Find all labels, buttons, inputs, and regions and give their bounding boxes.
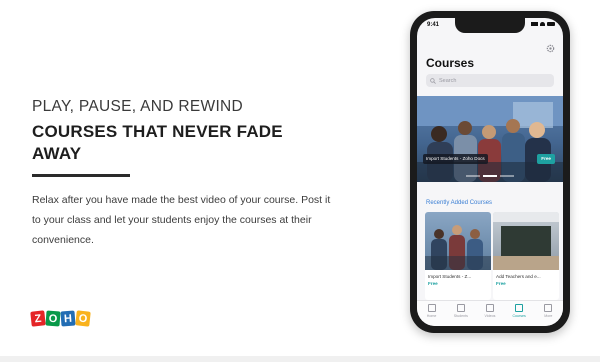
videos-icon bbox=[485, 304, 494, 312]
carousel-dot[interactable] bbox=[466, 175, 480, 177]
featured-course-banner[interactable]: Import Students - Zoho Docs Free bbox=[417, 96, 563, 182]
course-card[interactable]: Import Students - Z... Free bbox=[425, 212, 491, 300]
headline-divider bbox=[32, 174, 130, 177]
course-title: Add Teachers and e... bbox=[496, 274, 541, 279]
course-price-tag: Free bbox=[428, 281, 438, 286]
phone-notch bbox=[455, 18, 525, 33]
headline-tagline: PLAY, PAUSE, AND REWIND bbox=[32, 98, 244, 115]
course-thumbnail bbox=[493, 212, 559, 270]
description-text: Relax after you have made the best video… bbox=[32, 194, 331, 246]
logo-letter-h: H bbox=[60, 310, 76, 327]
tab-label: Students bbox=[453, 314, 468, 318]
bottom-tab-bar: Home Students Videos Courses More bbox=[417, 300, 563, 326]
zoho-logo: Z O H O bbox=[30, 310, 91, 327]
featured-course-caption: Import Students - Zoho Docs bbox=[423, 154, 488, 164]
carousel-indicator[interactable] bbox=[417, 175, 563, 177]
app-title: Courses bbox=[426, 56, 475, 70]
logo-letter-o: O bbox=[45, 310, 61, 327]
students-icon bbox=[456, 304, 465, 312]
tab-home[interactable]: Home bbox=[420, 304, 444, 318]
home-icon bbox=[427, 304, 436, 312]
course-thumbnail bbox=[425, 212, 491, 270]
phone-mockup: 9:41 Courses Search Import Students - Zo… bbox=[410, 11, 570, 333]
recently-added-heading[interactable]: Recently Added Courses bbox=[426, 200, 492, 206]
logo-letter-z: Z bbox=[30, 310, 46, 327]
students-photo bbox=[425, 225, 491, 270]
search-icon bbox=[430, 77, 436, 84]
settings-gear-icon[interactable] bbox=[546, 44, 555, 53]
wifi-icon bbox=[540, 22, 545, 26]
carousel-dot-active[interactable] bbox=[483, 175, 497, 177]
phone-screen: 9:41 Courses Search Import Students - Zo… bbox=[417, 18, 563, 326]
tab-courses[interactable]: Courses bbox=[507, 304, 531, 318]
signal-icon bbox=[531, 22, 538, 26]
classroom-photo bbox=[417, 96, 563, 182]
tab-students[interactable]: Students bbox=[449, 304, 473, 318]
logo-letter-o-2: O bbox=[75, 310, 91, 327]
bottom-divider bbox=[0, 356, 600, 362]
search-placeholder: Search bbox=[439, 77, 457, 84]
tab-videos[interactable]: Videos bbox=[478, 304, 502, 318]
tab-label: Home bbox=[426, 314, 437, 318]
tab-more[interactable]: More bbox=[536, 304, 560, 318]
more-icon bbox=[544, 304, 553, 312]
tab-label: Videos bbox=[484, 314, 496, 318]
status-icons bbox=[531, 22, 555, 26]
featured-course-free-badge: Free bbox=[537, 154, 555, 164]
course-card[interactable]: Add Teachers and e... Free bbox=[493, 212, 559, 300]
classroom-board-photo bbox=[493, 212, 559, 270]
headline-title: COURSES THAT NEVER FADE AWAY bbox=[32, 122, 283, 163]
course-title: Import Students - Z... bbox=[428, 274, 472, 279]
course-price-tag: Free bbox=[496, 281, 506, 286]
battery-icon bbox=[547, 22, 555, 26]
search-input[interactable]: Search bbox=[426, 74, 554, 87]
tab-label: More bbox=[544, 314, 553, 318]
tab-label: Courses bbox=[512, 314, 526, 318]
carousel-dot[interactable] bbox=[500, 175, 514, 177]
status-time: 9:41 bbox=[427, 22, 440, 28]
courses-icon bbox=[515, 304, 524, 312]
